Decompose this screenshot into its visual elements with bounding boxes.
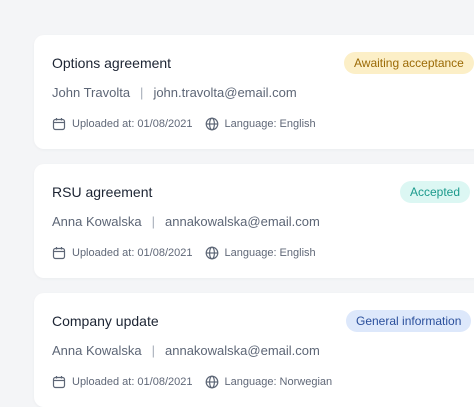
globe-icon	[205, 375, 218, 389]
recipient-name: Anna Kowalska	[52, 214, 142, 229]
status-badge: General information	[346, 310, 472, 332]
calendar-icon	[52, 376, 66, 389]
document-card[interactable]: Options agreement Awaiting acceptance Jo…	[34, 35, 474, 149]
document-title: RSU agreement	[52, 184, 153, 200]
recipient-email: john.travolta@email.com	[153, 85, 297, 100]
globe-icon	[205, 117, 218, 131]
recipient-row: Anna Kowalska | annakowalska@email.com	[52, 214, 320, 229]
recipient-name: John Travolta	[52, 85, 131, 100]
uploaded-info: Uploaded at: 01/08/2021	[52, 246, 193, 260]
document-title: Company update	[52, 313, 159, 329]
recipient-email: annakowalska@email.com	[165, 343, 320, 358]
language-info: Language: Norwegian	[205, 375, 333, 389]
recipient-name: Anna Kowalska	[52, 343, 142, 358]
document-title: Options agreement	[52, 55, 172, 71]
document-meta: Uploaded at: 01/08/2021 Language: Englis…	[52, 117, 316, 131]
document-language: Language: English	[224, 247, 316, 259]
separator: |	[151, 343, 156, 358]
uploaded-date: Uploaded at: 01/08/2021	[72, 247, 193, 259]
language-info: Language: English	[205, 246, 316, 260]
separator: |	[140, 85, 144, 100]
recipient-email: annakowalska@email.com	[165, 214, 320, 229]
globe-icon	[205, 246, 218, 260]
document-language: Language: Norwegian	[224, 376, 333, 388]
calendar-icon	[52, 247, 66, 260]
separator: |	[151, 214, 156, 229]
document-card[interactable]: RSU agreement Accepted Anna Kowalska | a…	[34, 164, 474, 278]
uploaded-info: Uploaded at: 01/08/2021	[52, 375, 193, 389]
document-meta: Uploaded at: 01/08/2021 Language: Englis…	[52, 246, 316, 260]
language-info: Language: English	[205, 117, 316, 131]
uploaded-date: Uploaded at: 01/08/2021	[72, 376, 193, 388]
recipient-row: Anna Kowalska | annakowalska@email.com	[52, 343, 320, 358]
status-badge: Accepted	[400, 181, 471, 203]
document-meta: Uploaded at: 01/08/2021 Language: Norweg…	[52, 375, 332, 389]
calendar-icon	[52, 118, 66, 131]
document-card[interactable]: Company update General information Anna …	[34, 293, 474, 407]
uploaded-info: Uploaded at: 01/08/2021	[52, 117, 193, 131]
uploaded-date: Uploaded at: 01/08/2021	[72, 118, 193, 130]
recipient-row: John Travolta | john.travolta@email.com	[52, 85, 297, 100]
status-badge: Awaiting acceptance	[344, 52, 474, 74]
document-language: Language: English	[224, 118, 316, 130]
